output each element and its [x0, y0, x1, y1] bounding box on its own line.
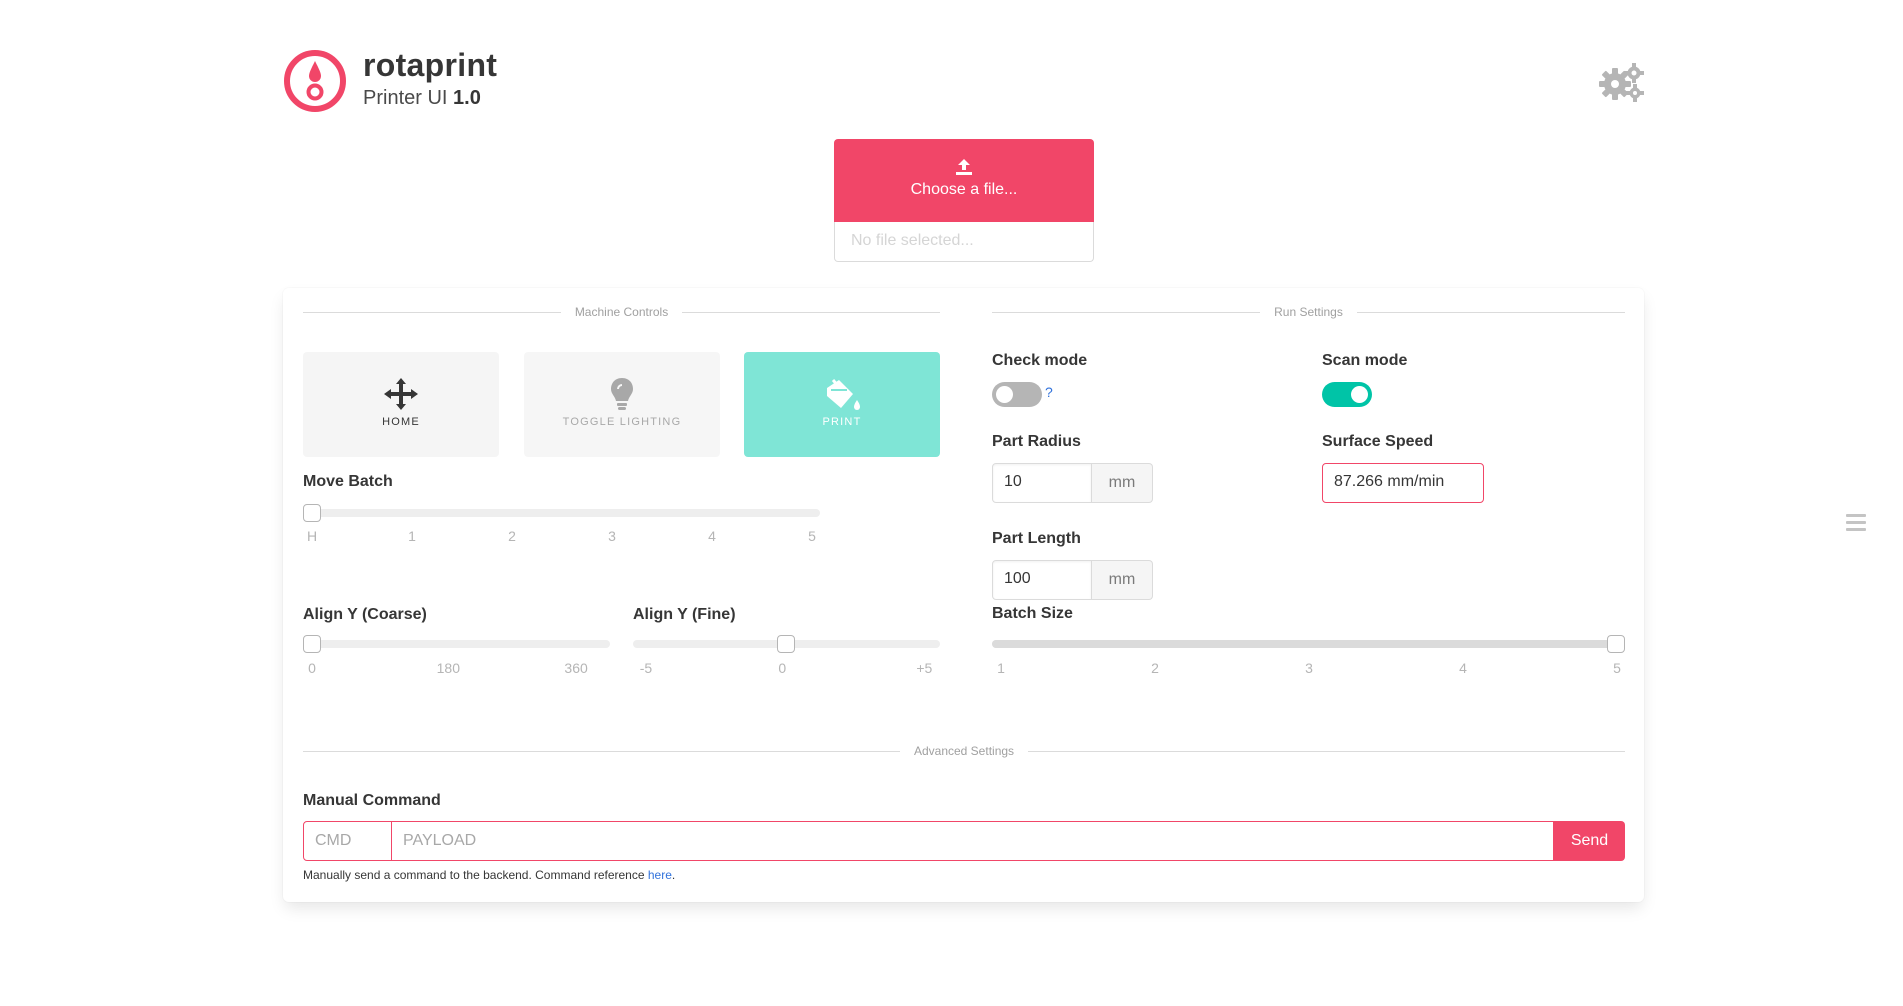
move-batch-slider[interactable] — [303, 500, 820, 524]
brand: rotaprint Printer UI 1.0 — [363, 46, 497, 110]
part-length-unit: mm — [1092, 560, 1153, 600]
slider-thumb[interactable] — [1607, 635, 1625, 653]
machine-controls-divider: Machine Controls — [303, 304, 940, 320]
tick-label: 3 — [608, 528, 616, 544]
tick-label: 1 — [997, 660, 1005, 676]
surface-speed-field[interactable]: 87.266 mm/min — [1322, 463, 1484, 503]
tick-label: 5 — [808, 528, 816, 544]
file-name: No file selected... — [834, 222, 1094, 262]
toggle-knob — [996, 386, 1013, 403]
part-length-group: 100 mm — [992, 560, 1153, 600]
file-upload: Choose a file... No file selected... — [834, 139, 1094, 262]
slider-thumb[interactable] — [303, 635, 321, 653]
check-mode-help[interactable]: ? — [1045, 384, 1053, 400]
send-button[interactable]: Send — [1554, 821, 1625, 861]
align-fine-ticks: -5 0 +5 — [640, 660, 933, 678]
part-radius-input[interactable]: 10 — [992, 463, 1092, 503]
arrows-move-icon — [303, 378, 499, 410]
align-coarse-ticks: 0 180 360 — [308, 660, 596, 678]
manual-command-row: CMD PAYLOAD Send — [303, 821, 1625, 861]
advanced-settings-title: Advanced Settings — [913, 744, 1015, 758]
slider-fill — [992, 640, 1616, 648]
machine-controls-title: Machine Controls — [574, 305, 669, 319]
tick-label: 5 — [1613, 660, 1621, 676]
print-label: PRINT — [822, 416, 862, 428]
lightbulb-icon — [524, 378, 720, 410]
part-radius-unit: mm — [1092, 463, 1153, 503]
gears-icon[interactable] — [1599, 62, 1645, 102]
manual-command-help-text: Manually send a command to the backend. … — [303, 868, 648, 882]
control-panel: Machine Controls Run Settings HOME TOGGL… — [283, 288, 1644, 902]
align-coarse-label: Align Y (Coarse) — [303, 606, 427, 623]
choose-file-label: Choose a file... — [910, 181, 1018, 198]
tick-label: 2 — [1151, 660, 1159, 676]
part-radius-group: 10 mm — [992, 463, 1153, 503]
choose-file-button[interactable]: Choose a file... — [834, 139, 1094, 222]
align-fine-label: Align Y (Fine) — [633, 606, 736, 623]
scan-mode-toggle[interactable] — [1322, 382, 1372, 407]
toggle-lighting-button[interactable]: TOGGLE LIGHTING — [524, 352, 720, 457]
check-mode-toggle[interactable] — [992, 382, 1042, 407]
tick-label: 3 — [1305, 660, 1313, 676]
home-label: HOME — [382, 416, 420, 428]
logo-icon — [283, 49, 347, 113]
upload-icon — [834, 139, 1094, 180]
align-coarse-slider[interactable] — [303, 631, 610, 655]
batch-size-label: Batch Size — [992, 605, 1073, 622]
tick-label: 0 — [308, 660, 316, 676]
batch-size-slider[interactable] — [992, 631, 1625, 655]
check-mode-label: Check mode — [992, 352, 1088, 369]
move-batch-ticks: H 1 2 3 4 5 — [307, 528, 816, 546]
tick-label: 1 — [408, 528, 416, 544]
slider-thumb[interactable] — [777, 635, 795, 653]
payload-input[interactable]: PAYLOAD — [392, 821, 1554, 861]
move-batch-label: Move Batch — [303, 473, 393, 490]
batch-size-ticks: 1 2 3 4 5 — [997, 660, 1621, 678]
slider-track — [303, 509, 820, 517]
manual-command-label: Manual Command — [303, 792, 441, 809]
advanced-settings-divider: Advanced Settings — [303, 743, 1625, 759]
version-label: 1.0 — [453, 87, 481, 109]
scan-mode-label: Scan mode — [1322, 352, 1408, 369]
tick-label: 4 — [708, 528, 716, 544]
home-button[interactable]: HOME — [303, 352, 499, 457]
tick-label: -5 — [639, 660, 653, 676]
tick-label: 4 — [1459, 660, 1467, 676]
align-fine-slider[interactable] — [633, 631, 940, 655]
slider-track — [303, 640, 610, 648]
part-length-label: Part Length — [992, 530, 1081, 547]
surface-speed-label: Surface Speed — [1322, 433, 1434, 450]
tick-label: +5 — [916, 660, 933, 676]
paint-bucket-icon — [744, 378, 940, 410]
brand-subtitle: Printer UI 1.0 — [363, 86, 497, 110]
manual-command-help-end: . — [671, 868, 676, 882]
tick-label: 360 — [564, 660, 588, 676]
run-settings-divider: Run Settings — [992, 304, 1625, 320]
toggle-knob — [1351, 386, 1368, 403]
cmd-input[interactable]: CMD — [303, 821, 392, 861]
part-radius-label: Part Radius — [992, 433, 1081, 450]
tick-label: 180 — [436, 660, 460, 676]
brand-subtitle-text: Printer UI — [363, 87, 448, 109]
command-reference-link[interactable]: here — [648, 868, 672, 882]
tick-label: H — [306, 528, 318, 544]
tick-label: 0 — [778, 660, 787, 676]
print-button[interactable]: PRINT — [744, 352, 940, 457]
run-settings-title: Run Settings — [1274, 305, 1343, 319]
manual-command-help: Manually send a command to the backend. … — [303, 868, 675, 882]
slider-thumb[interactable] — [303, 504, 321, 522]
toggle-lighting-label: TOGGLE LIGHTING — [562, 416, 682, 428]
menu-handle-icon[interactable] — [1846, 514, 1866, 532]
tick-label: 2 — [508, 528, 516, 544]
part-length-input[interactable]: 100 — [992, 560, 1092, 600]
brand-title: rotaprint — [363, 47, 498, 83]
